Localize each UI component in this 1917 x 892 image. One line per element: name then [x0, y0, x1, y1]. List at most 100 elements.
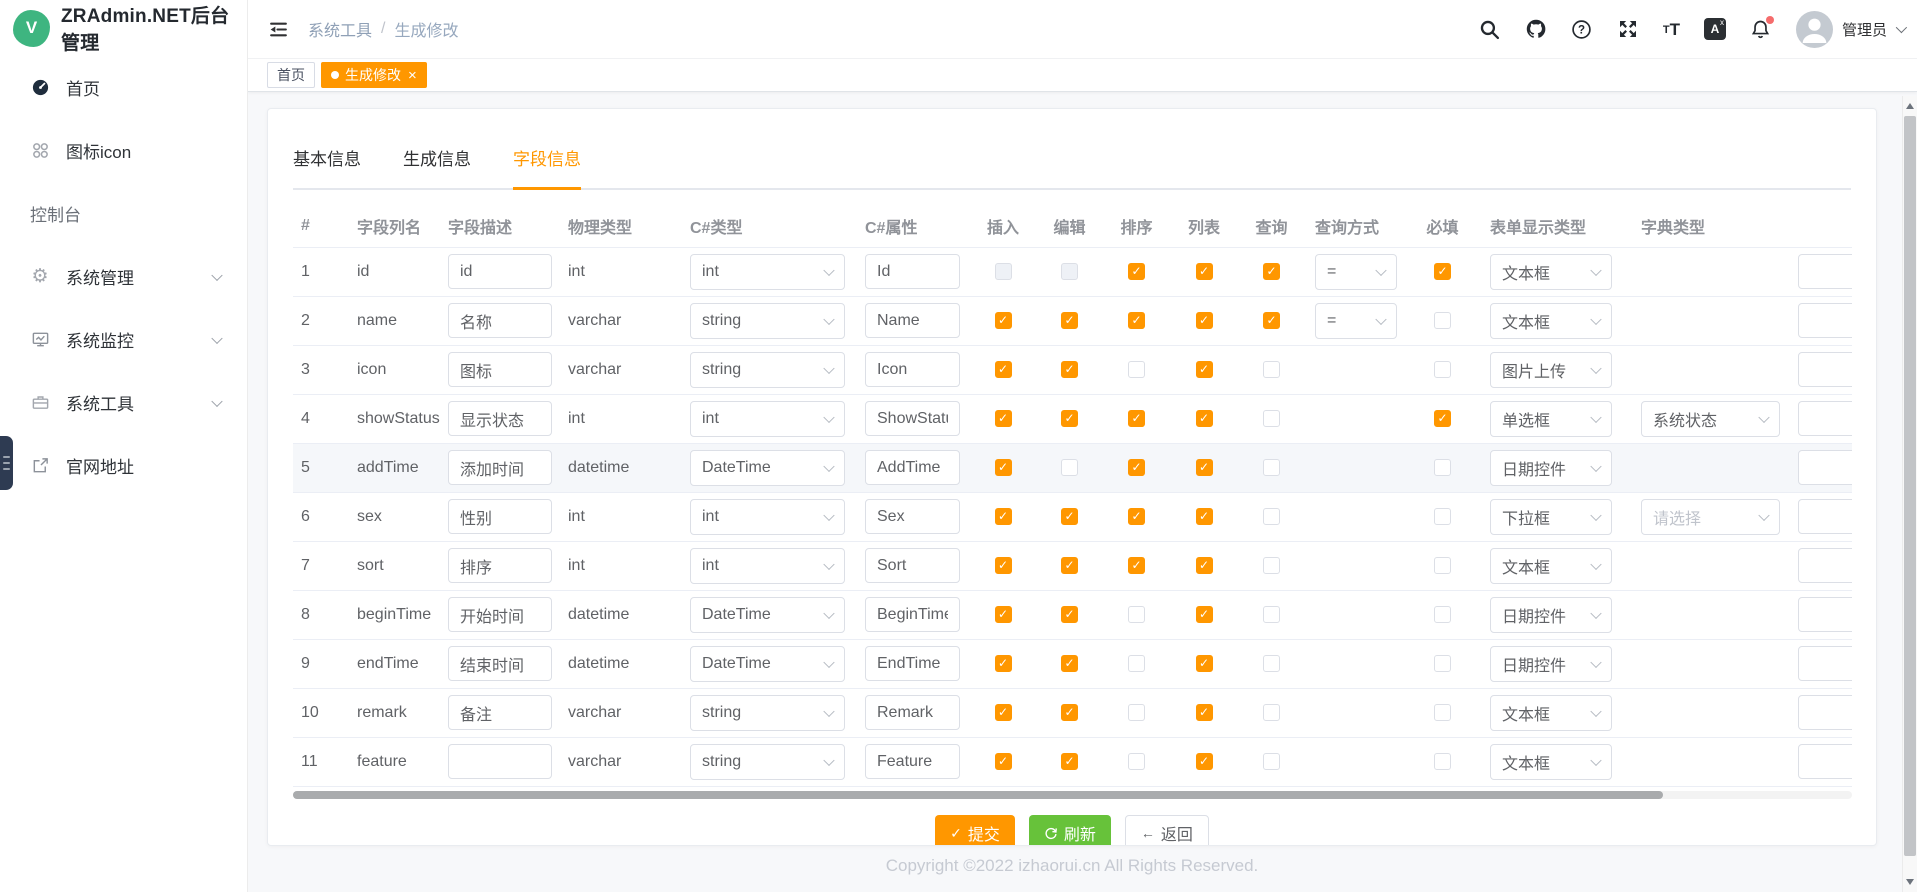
sort-checkbox[interactable] — [1128, 312, 1145, 329]
extra-input[interactable] — [1798, 646, 1852, 681]
list-checkbox[interactable] — [1196, 263, 1213, 280]
insert-checkbox[interactable] — [995, 361, 1012, 378]
form-type-select[interactable]: 日期控件 — [1490, 597, 1612, 633]
cs-prop-input[interactable] — [865, 646, 960, 681]
app-logo-row[interactable]: V ZRAdmin.NET后台管理 — [0, 0, 247, 56]
query-checkbox[interactable] — [1263, 410, 1280, 427]
form-type-select[interactable]: 文本框 — [1490, 303, 1612, 339]
edit-checkbox[interactable] — [1061, 312, 1078, 329]
cs-type-select[interactable]: string — [690, 695, 845, 731]
sidebar-item-system-tools[interactable]: 系统工具 — [0, 371, 247, 434]
user-menu[interactable]: 管理员 — [1796, 11, 1904, 48]
extra-input[interactable] — [1798, 744, 1852, 779]
scroll-down-arrow[interactable] — [1903, 874, 1917, 890]
required-checkbox[interactable] — [1434, 410, 1451, 427]
field-desc-input[interactable] — [448, 352, 552, 387]
extra-input[interactable] — [1798, 450, 1852, 485]
tab-generate-info[interactable]: 生成信息 — [403, 145, 471, 188]
page-vertical-scrollbar[interactable] — [1902, 96, 1917, 892]
cs-type-select[interactable]: int — [690, 548, 845, 584]
tag-generate-edit[interactable]: 生成修改 × — [321, 62, 427, 88]
extra-input[interactable] — [1798, 695, 1852, 730]
back-button[interactable]: ← 返回 — [1125, 815, 1209, 847]
cs-type-select[interactable]: string — [690, 744, 845, 780]
edit-checkbox[interactable] — [1061, 410, 1078, 427]
cs-type-select[interactable]: int — [690, 499, 845, 535]
query-checkbox[interactable] — [1263, 312, 1280, 329]
cs-type-select[interactable]: int — [690, 401, 845, 437]
list-checkbox[interactable] — [1196, 508, 1213, 525]
field-desc-input[interactable] — [448, 744, 552, 779]
scrollbar-thumb[interactable] — [293, 791, 1663, 799]
cs-type-select[interactable]: DateTime — [690, 450, 845, 486]
query-checkbox[interactable] — [1263, 606, 1280, 623]
list-checkbox[interactable] — [1196, 753, 1213, 770]
edit-checkbox[interactable] — [1061, 655, 1078, 672]
insert-checkbox[interactable] — [995, 312, 1012, 329]
edit-checkbox[interactable] — [1061, 606, 1078, 623]
cs-type-select[interactable]: int — [690, 254, 845, 290]
list-checkbox[interactable] — [1196, 704, 1213, 721]
sidebar-item-official-site[interactable]: 官网地址 — [0, 434, 247, 497]
close-icon[interactable]: × — [408, 68, 417, 83]
sort-checkbox[interactable] — [1128, 655, 1145, 672]
list-checkbox[interactable] — [1196, 361, 1213, 378]
cs-prop-input[interactable] — [865, 695, 960, 730]
insert-checkbox[interactable] — [995, 655, 1012, 672]
extra-input[interactable] — [1798, 401, 1852, 436]
sort-checkbox[interactable] — [1128, 263, 1145, 280]
required-checkbox[interactable] — [1434, 606, 1451, 623]
form-type-select[interactable]: 日期控件 — [1490, 646, 1612, 682]
form-type-select[interactable]: 文本框 — [1490, 548, 1612, 584]
insert-checkbox[interactable] — [995, 410, 1012, 427]
help-icon[interactable]: ? — [1571, 18, 1593, 40]
submit-button[interactable]: ✓ 提交 — [935, 815, 1015, 847]
sidebar-item-system-manage[interactable]: ⚙ 系统管理 — [0, 245, 247, 308]
insert-checkbox[interactable] — [995, 263, 1012, 280]
cs-type-select[interactable]: string — [690, 303, 845, 339]
extra-input[interactable] — [1798, 548, 1852, 583]
extra-input[interactable] — [1798, 303, 1852, 338]
query-mode-select[interactable]: = — [1315, 303, 1397, 339]
required-checkbox[interactable] — [1434, 312, 1451, 329]
settings-drawer-handle[interactable] — [0, 436, 13, 490]
form-type-select[interactable]: 下拉框 — [1490, 499, 1612, 535]
sort-checkbox[interactable] — [1128, 508, 1145, 525]
cs-prop-input[interactable] — [865, 450, 960, 485]
query-checkbox[interactable] — [1263, 704, 1280, 721]
edit-checkbox[interactable] — [1061, 361, 1078, 378]
query-checkbox[interactable] — [1263, 508, 1280, 525]
required-checkbox[interactable] — [1434, 459, 1451, 476]
field-desc-input[interactable] — [448, 499, 552, 534]
form-type-select[interactable]: 文本框 — [1490, 744, 1612, 780]
query-checkbox[interactable] — [1263, 655, 1280, 672]
query-checkbox[interactable] — [1263, 557, 1280, 574]
cs-type-select[interactable]: DateTime — [690, 597, 845, 633]
extra-input[interactable] — [1798, 352, 1852, 387]
field-desc-input[interactable] — [448, 401, 552, 436]
insert-checkbox[interactable] — [995, 508, 1012, 525]
tab-basic-info[interactable]: 基本信息 — [293, 145, 361, 188]
form-type-select[interactable]: 单选框 — [1490, 401, 1612, 437]
extra-input[interactable] — [1798, 254, 1852, 289]
insert-checkbox[interactable] — [995, 606, 1012, 623]
insert-checkbox[interactable] — [995, 557, 1012, 574]
cs-prop-input[interactable] — [865, 303, 960, 338]
query-checkbox[interactable] — [1263, 753, 1280, 770]
sidebar-item-icons[interactable]: 图标icon — [0, 119, 247, 182]
extra-input[interactable] — [1798, 499, 1852, 534]
form-type-select[interactable]: 文本框 — [1490, 695, 1612, 731]
github-icon[interactable] — [1525, 18, 1547, 40]
edit-checkbox[interactable] — [1061, 263, 1078, 280]
field-desc-input[interactable] — [448, 646, 552, 681]
query-checkbox[interactable] — [1263, 361, 1280, 378]
cs-type-select[interactable]: DateTime — [690, 646, 845, 682]
font-size-icon[interactable]: TT — [1663, 21, 1680, 38]
sort-checkbox[interactable] — [1128, 459, 1145, 476]
insert-checkbox[interactable] — [995, 459, 1012, 476]
refresh-button[interactable]: 刷新 — [1029, 815, 1111, 847]
query-mode-select[interactable]: = — [1315, 254, 1397, 290]
required-checkbox[interactable] — [1434, 508, 1451, 525]
insert-checkbox[interactable] — [995, 704, 1012, 721]
list-checkbox[interactable] — [1196, 312, 1213, 329]
